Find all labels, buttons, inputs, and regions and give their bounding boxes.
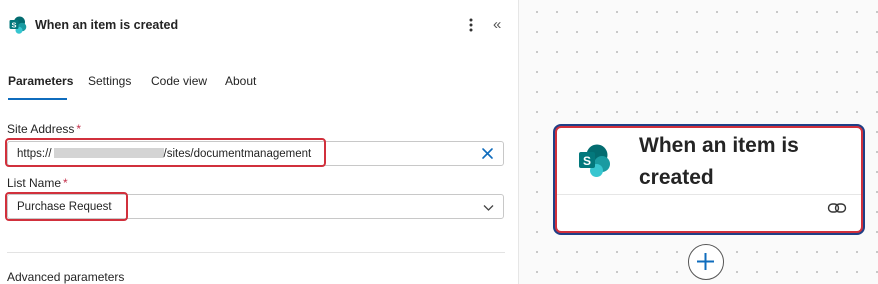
- sharepoint-icon: S: [579, 144, 610, 177]
- card-title: When an item is created: [639, 134, 799, 189]
- list-name-label: List Name *: [7, 176, 68, 190]
- sharepoint-icon: S: [9, 16, 27, 34]
- add-step-button[interactable]: [688, 244, 724, 280]
- required-mark: *: [63, 176, 68, 190]
- collapse-left-icon[interactable]: «: [493, 16, 509, 34]
- site-address-field[interactable]: https:///sites/documentmanagement: [7, 141, 504, 166]
- tab-about[interactable]: About: [225, 74, 256, 88]
- tab-settings[interactable]: Settings: [88, 74, 131, 88]
- trigger-card[interactable]: S When an item is created: [555, 126, 863, 233]
- card-divider: [557, 194, 861, 195]
- advanced-parameters-label[interactable]: Advanced parameters: [7, 270, 124, 284]
- list-name-value: Purchase Request: [17, 201, 112, 213]
- link-icon[interactable]: [827, 200, 847, 216]
- active-tab-indicator: [8, 98, 67, 100]
- panel-title: When an item is created: [35, 18, 179, 32]
- chevron-down-icon[interactable]: [482, 201, 495, 214]
- svg-text:S: S: [11, 20, 16, 29]
- required-mark: *: [76, 122, 82, 136]
- plus-icon: [697, 253, 714, 270]
- more-vertical-icon[interactable]: [465, 16, 477, 34]
- site-address-value: https:///sites/documentmanagement: [17, 148, 312, 160]
- close-icon[interactable]: [481, 147, 494, 160]
- list-name-dropdown[interactable]: Purchase Request: [7, 194, 504, 219]
- tab-parameters[interactable]: Parameters: [8, 74, 73, 88]
- site-address-label: Site Address *: [7, 122, 82, 136]
- redacted-region: [53, 148, 164, 158]
- svg-text:S: S: [583, 154, 591, 168]
- config-panel: S When an item is created « Parameters S…: [0, 0, 519, 284]
- tab-code-view[interactable]: Code view: [151, 74, 207, 88]
- divider: [7, 252, 505, 253]
